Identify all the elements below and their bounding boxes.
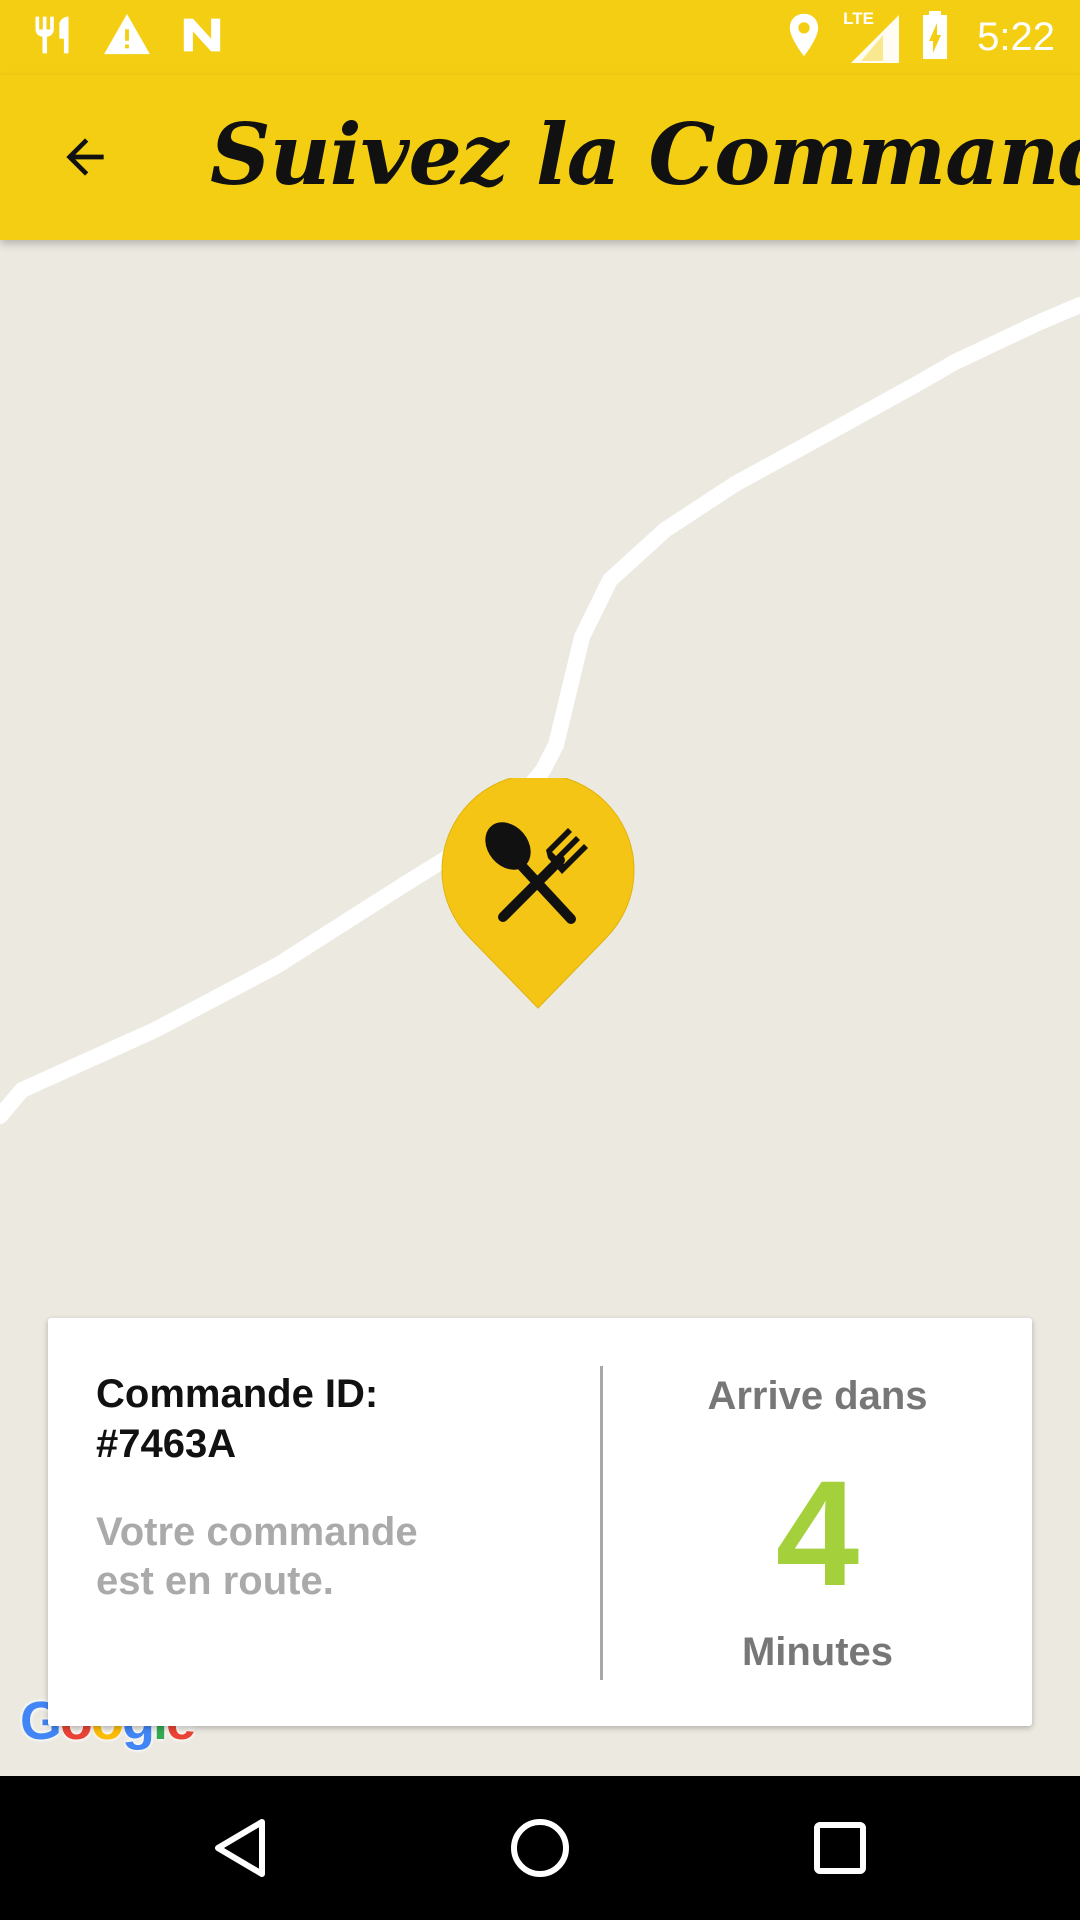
order-info-card: Commande ID: #7463A Votre commande est e…	[48, 1318, 1032, 1726]
arrow-back-icon	[66, 138, 104, 176]
nav-back-button[interactable]	[200, 1808, 280, 1888]
warning-icon	[104, 14, 150, 61]
order-status-text: Votre commande est en route.	[96, 1508, 456, 1606]
order-id-value: #7463A	[96, 1422, 237, 1466]
network-type-label: LTE	[843, 8, 874, 28]
n-logo-icon	[180, 15, 224, 60]
app-bar: Suivez la Commande	[0, 75, 1080, 240]
clock: 5:22	[977, 15, 1055, 59]
eta-label: Arrive dans	[707, 1374, 928, 1418]
screen: LTE 5:22 Suivez la Commande G Commande I…	[0, 0, 1080, 1920]
navigation-bar	[0, 1776, 1080, 1920]
eta-value: 4	[775, 1449, 860, 1617]
signal-icon: LTE	[843, 9, 900, 63]
order-status-line-2: est en route.	[96, 1559, 334, 1603]
order-id-label: Commande ID:	[96, 1372, 379, 1416]
order-status-line-1: Votre commande	[96, 1510, 418, 1554]
restaurant-icon	[30, 13, 74, 62]
battery-charging-icon	[921, 11, 949, 64]
back-triangle-icon	[215, 1819, 265, 1877]
system-icons: LTE 5:22	[787, 9, 1055, 65]
restaurant-marker[interactable]	[440, 773, 636, 1010]
nav-recents-button[interactable]	[800, 1808, 880, 1888]
eta-unit: Minutes	[741, 1630, 894, 1674]
page-title: Suivez la Commande	[210, 105, 1080, 204]
notification-icons	[30, 10, 224, 65]
home-circle-icon	[511, 1819, 569, 1877]
location-icon	[787, 13, 821, 62]
status-bar: LTE 5:22	[0, 0, 1080, 75]
back-button[interactable]	[40, 117, 130, 197]
recents-square-icon	[814, 1822, 866, 1874]
nav-home-button[interactable]	[500, 1808, 580, 1888]
